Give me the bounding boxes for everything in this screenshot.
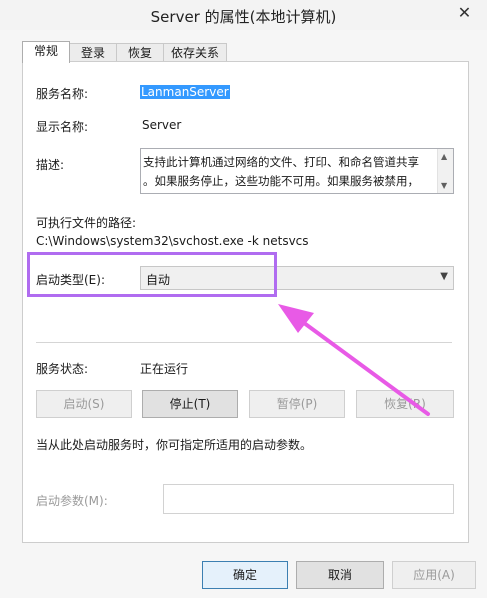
startup-type-label: 启动类型(E): <box>36 273 105 287</box>
section-divider <box>36 342 452 343</box>
service-name-label: 服务名称: <box>36 87 89 101</box>
description-line-1: 支持此计算机通过网络的文件、打印、和命名管道共享 <box>143 155 419 169</box>
description-line-2: 。如果服务停止，这些功能不可用。如果服务被禁用， <box>143 174 419 188</box>
window-title: Server 的属性(本地计算机) <box>150 8 337 26</box>
display-name-label: 显示名称: <box>36 120 89 134</box>
path-label: 可执行文件的路径: <box>36 216 137 230</box>
service-status-label: 服务状态: <box>36 362 89 376</box>
tab-general[interactable]: 常规 <box>22 41 70 63</box>
service-status-value: 正在运行 <box>140 362 189 376</box>
display-name-value: Server <box>142 118 182 132</box>
tab-dependencies[interactable]: 依存关系 <box>163 43 227 62</box>
path-value: C:\Windows\system32\svchost.exe -k netsv… <box>36 234 309 248</box>
service-name-value[interactable]: LanmanServer <box>140 85 230 99</box>
ok-button[interactable]: 确定 <box>202 561 288 589</box>
chevron-down-icon: ▼ <box>440 271 448 282</box>
apply-button[interactable]: 应用(A) <box>392 561 476 589</box>
scroll-down-icon[interactable]: ▼ <box>441 181 447 190</box>
start-params-label: 启动参数(M): <box>36 494 108 508</box>
close-icon[interactable]: ✕ <box>442 0 487 26</box>
description-label: 描述: <box>36 158 65 172</box>
start-params-hint: 当从此处启动服务时，你可指定所适用的启动参数。 <box>36 438 313 452</box>
startup-type-dropdown[interactable]: 自动 ▼ <box>140 266 454 290</box>
pause-button[interactable]: 暂停(P) <box>249 390 345 418</box>
start-params-input[interactable] <box>163 484 454 514</box>
tab-recovery[interactable]: 恢复 <box>116 43 164 62</box>
general-tab-panel <box>22 61 469 543</box>
stop-button[interactable]: 停止(T) <box>142 390 238 418</box>
resume-button[interactable]: 恢复(R) <box>356 390 454 418</box>
tab-logon[interactable]: 登录 <box>69 43 117 62</box>
startup-type-value: 自动 <box>146 273 171 287</box>
description-textbox[interactable]: 支持此计算机通过网络的文件、打印、和命名管道共享 。如果服务停止，这些功能不可用… <box>140 148 454 194</box>
scroll-up-icon[interactable]: ▲ <box>441 152 447 161</box>
description-scrollbar[interactable]: ▲ ▼ <box>437 149 453 193</box>
start-button[interactable]: 启动(S) <box>36 390 132 418</box>
cancel-button[interactable]: 取消 <box>296 561 384 589</box>
title-bar: Server 的属性(本地计算机) ✕ <box>0 0 487 30</box>
